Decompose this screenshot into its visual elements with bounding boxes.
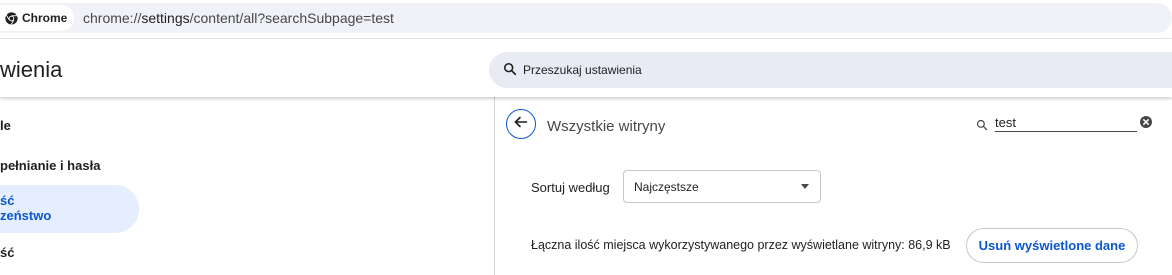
back-arrow-icon: [513, 114, 529, 135]
main-content: Wszystkie witryny Sortuj według Najczęst…: [495, 97, 1172, 275]
close-icon: [1143, 119, 1149, 125]
chrome-logo-icon: [5, 11, 18, 25]
page-title: wienia: [0, 57, 63, 82]
sidebar-item-privacy-line1: ść: [0, 193, 15, 208]
back-button[interactable]: [506, 109, 536, 139]
clear-displayed-data-button[interactable]: Usuń wyświetlone dane: [966, 228, 1138, 263]
settings-header: wienia Przeszukaj ustawienia: [0, 39, 1172, 97]
url-text[interactable]: chrome://settings/content/all?searchSubp…: [83, 10, 394, 26]
sort-label: Sortuj według: [531, 180, 610, 195]
sort-select-value: Najczęstsze: [634, 180, 699, 194]
sidebar-item-privacy-line2: zeństwo: [0, 208, 52, 223]
dropdown-arrow-icon: [801, 184, 809, 189]
search-placeholder: Przeszukaj ustawienia: [523, 63, 642, 77]
url-path: /content/all?searchSubpage=test: [189, 10, 394, 26]
site-search[interactable]: [973, 114, 1158, 134]
storage-usage-text: Łączna ilość miejsca wykorzystywanego pr…: [531, 238, 951, 252]
chrome-chip[interactable]: Chrome: [0, 5, 74, 31]
clear-search-button[interactable]: [1140, 116, 1152, 128]
sidebar-item-4[interactable]: ść: [0, 245, 14, 260]
subpage-title: Wszystkie witryny: [547, 118, 666, 135]
chrome-chip-label: Chrome: [22, 11, 68, 25]
url-scheme: chrome://: [83, 10, 142, 26]
site-search-input[interactable]: [995, 114, 1137, 132]
settings-search[interactable]: Przeszukaj ustawienia: [489, 52, 1172, 88]
sidebar: le pełnianie i hasła ść zeństwo ść: [0, 97, 494, 275]
browser-toolbar: Chrome chrome://settings/content/all?sea…: [0, 0, 1172, 38]
sidebar-item-1[interactable]: le: [0, 118, 11, 133]
sidebar-item-2[interactable]: pełnianie i hasła: [0, 158, 100, 173]
site-search-icon: [976, 118, 988, 136]
url-host: settings: [141, 10, 190, 26]
address-bar[interactable]: Chrome chrome://settings/content/all?sea…: [0, 3, 1172, 33]
sidebar-item-privacy-security[interactable]: ść zeństwo: [0, 193, 51, 223]
search-icon: [503, 62, 517, 81]
sort-select[interactable]: Najczęstsze: [623, 170, 821, 203]
